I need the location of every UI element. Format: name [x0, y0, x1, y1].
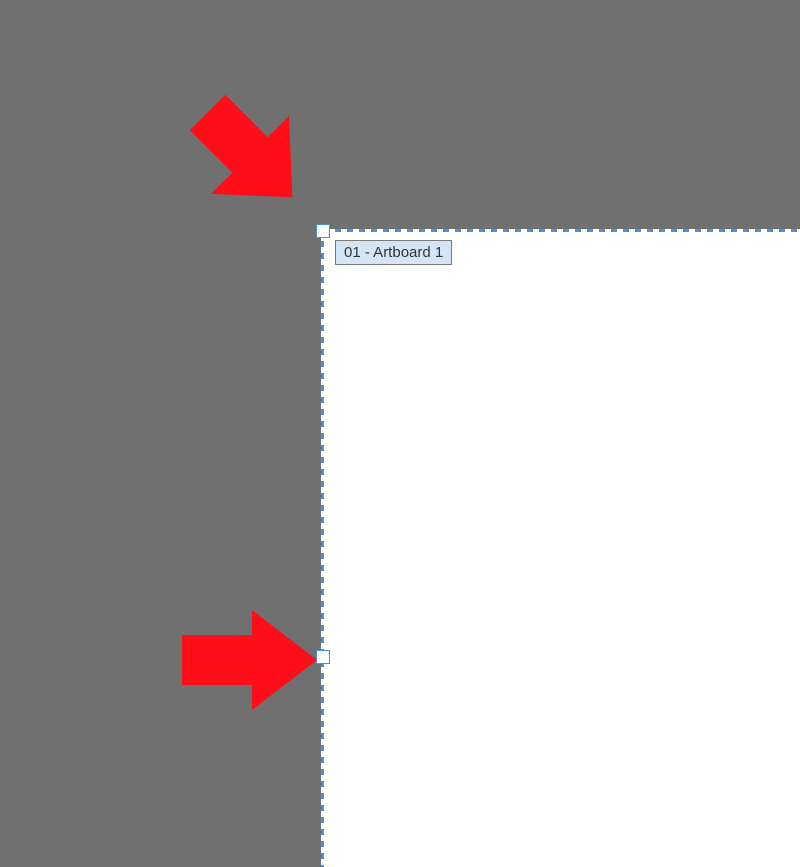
- artboard-canvas[interactable]: [323, 231, 800, 867]
- artboard-name-label[interactable]: 01 - Artboard 1: [335, 240, 452, 265]
- annotation-arrow-icon: [175, 80, 325, 230]
- selection-border-top: [323, 229, 800, 232]
- annotation-arrow-icon: [172, 605, 322, 715]
- selection-border-left: [321, 229, 324, 867]
